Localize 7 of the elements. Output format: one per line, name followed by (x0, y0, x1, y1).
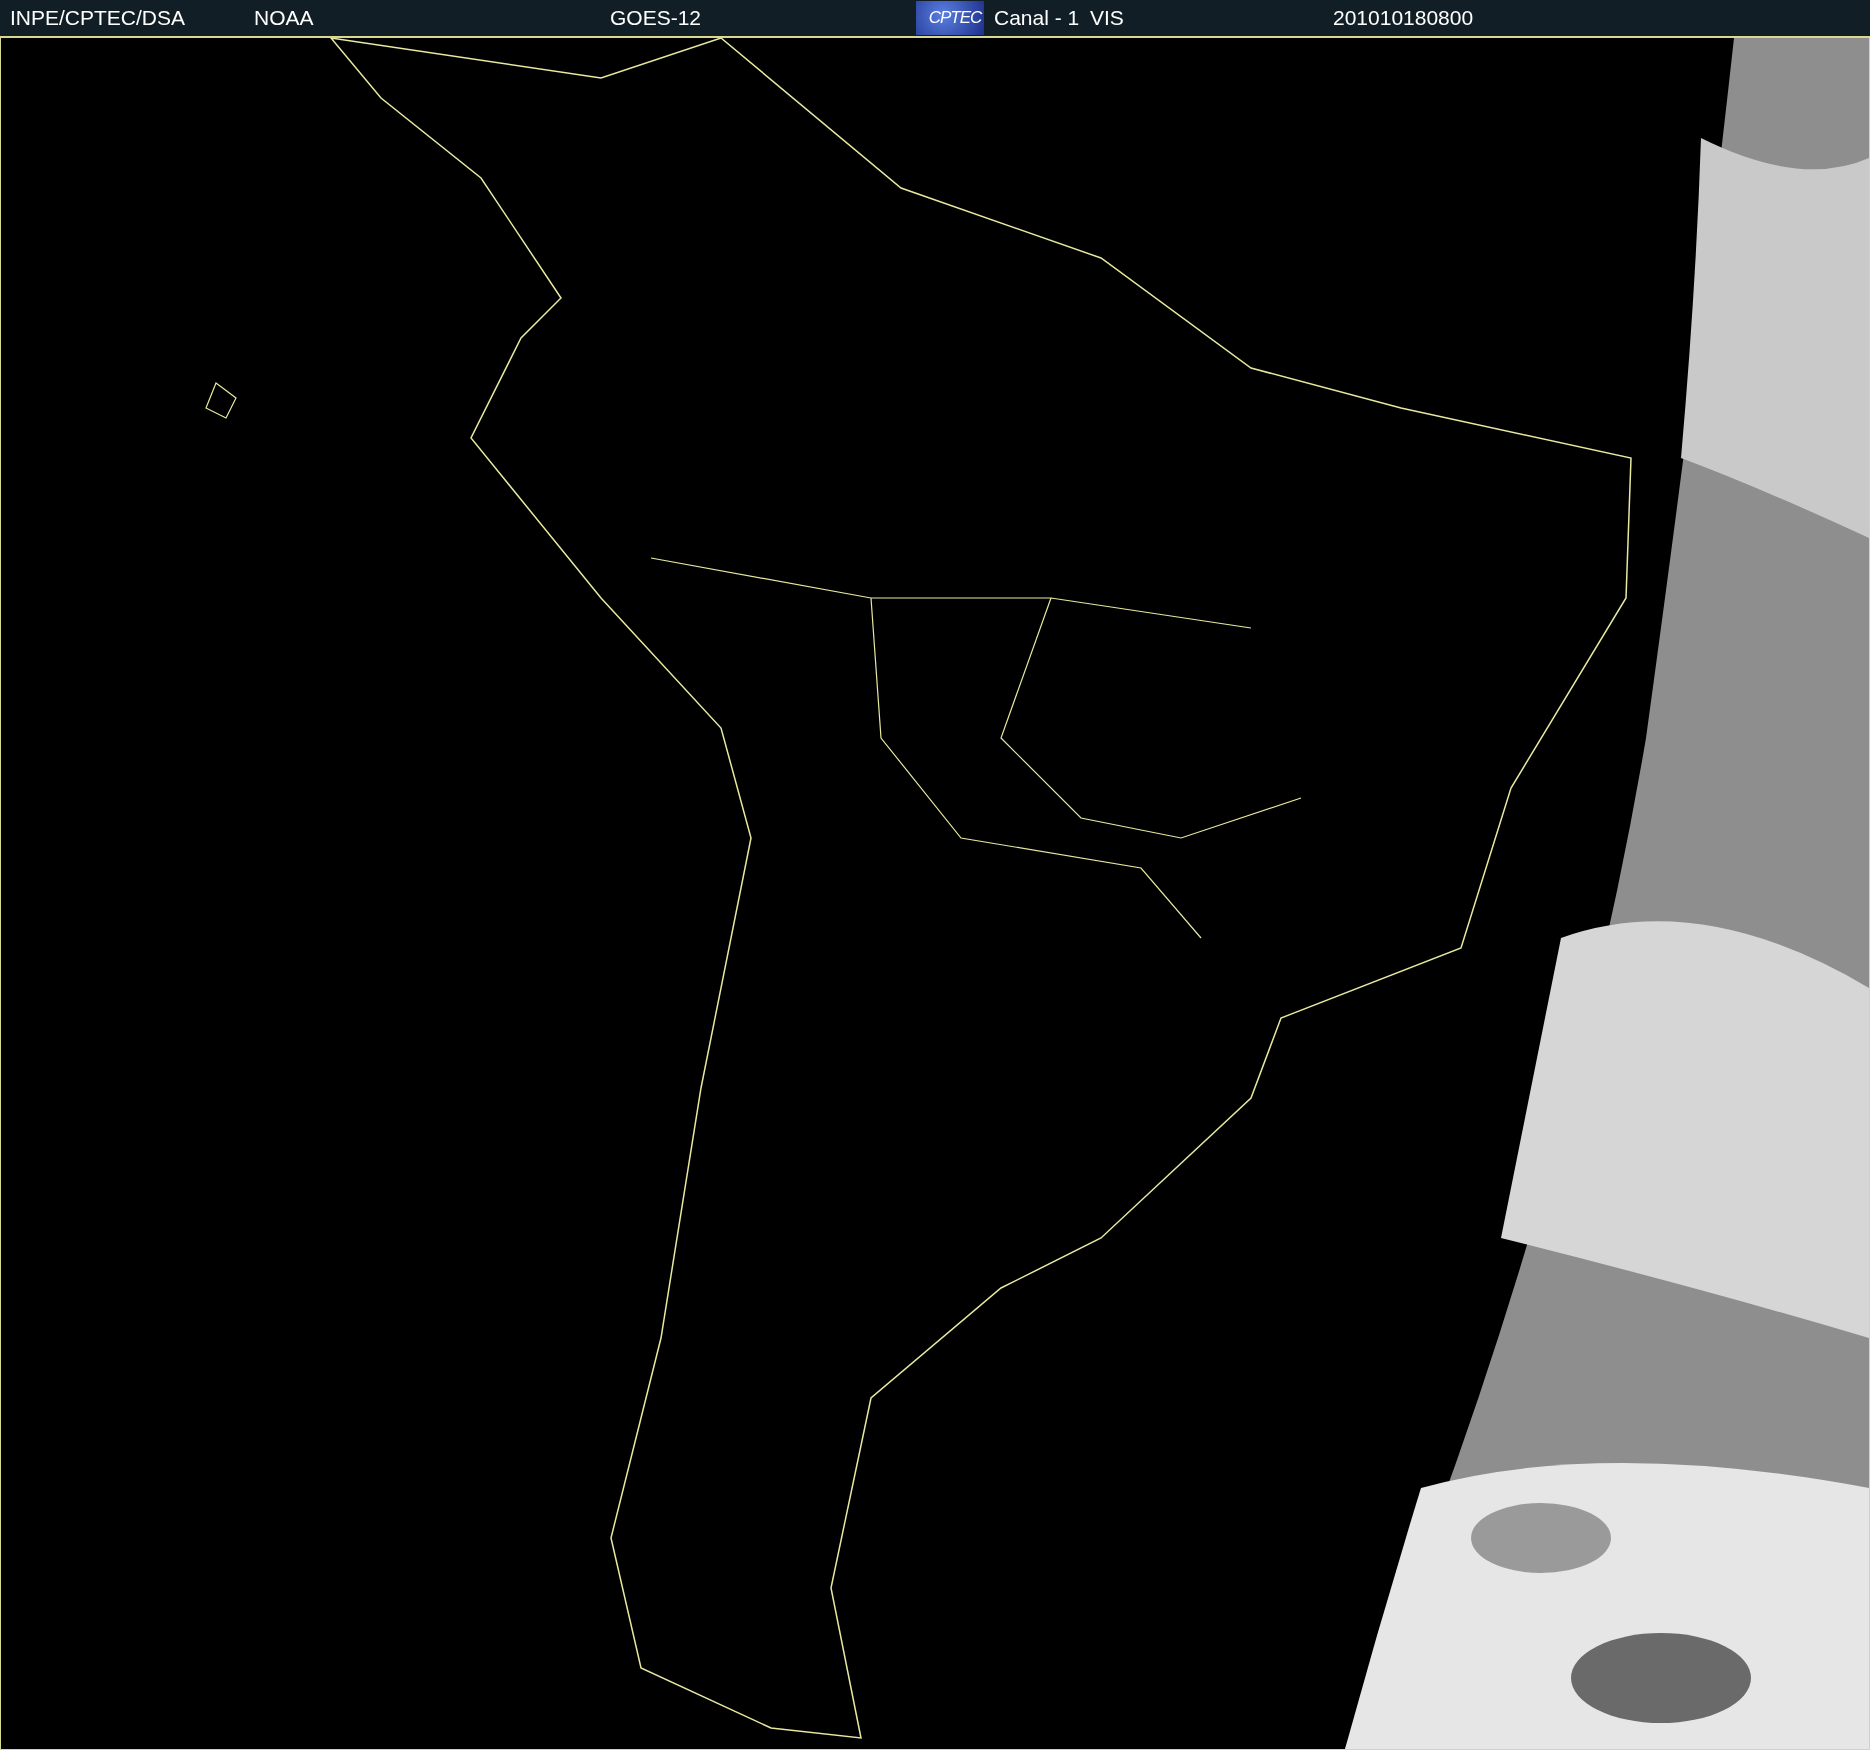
header-label: Canal - 1 (993, 5, 1080, 32)
header-label: 201010180800 (1332, 5, 1475, 32)
header-label: GOES-12 (609, 5, 703, 32)
header-label: INPE/CPTEC/DSA (9, 5, 187, 32)
header-label: NOAA (253, 5, 315, 32)
logo: CPTEC (916, 1, 984, 35)
header-label: VIS (1089, 5, 1125, 32)
